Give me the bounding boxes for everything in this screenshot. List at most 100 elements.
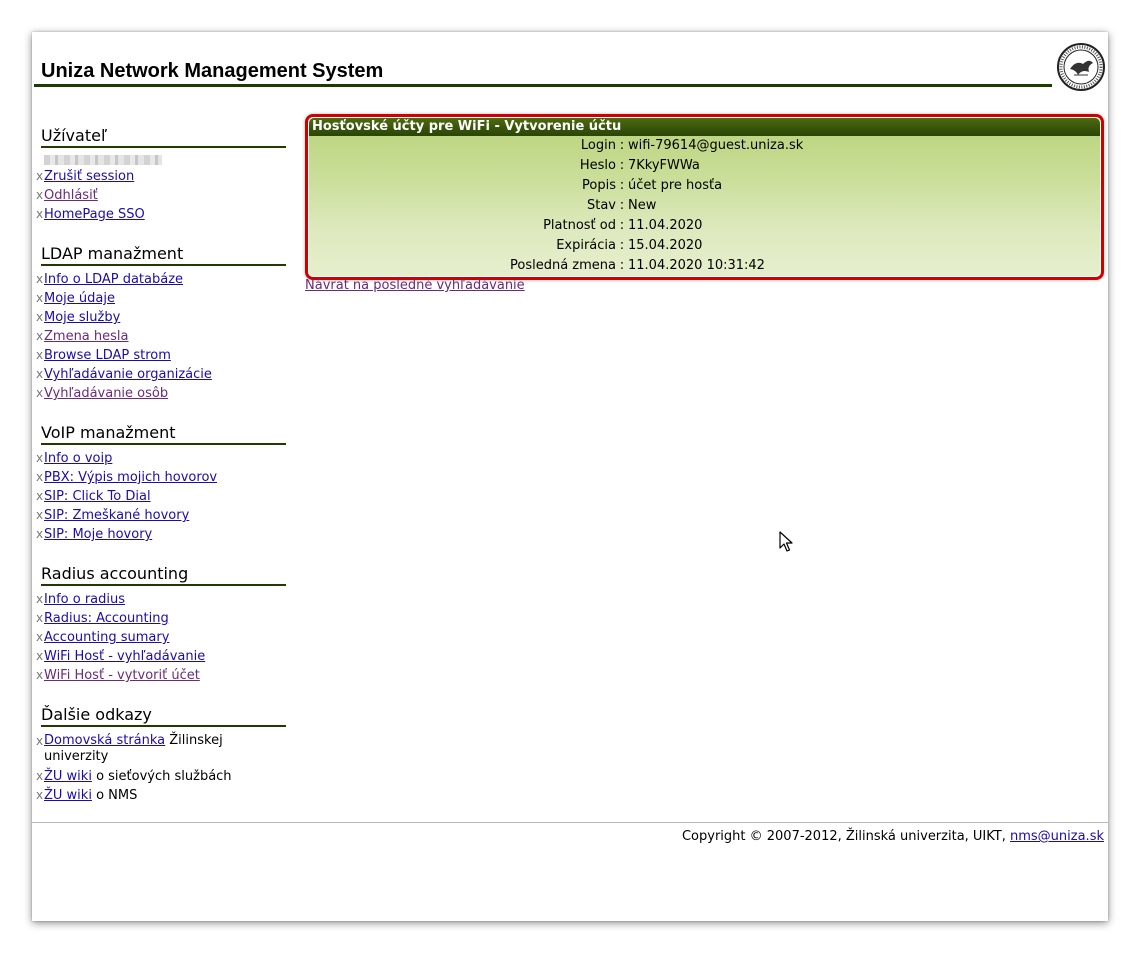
panel-title: Hosťovské účty pre WiFi - Vytvorenie účt…	[309, 118, 1100, 136]
list-item: x ŽU wiki o sieťových službách	[36, 767, 286, 786]
contact-email-link[interactable]: nms@uniza.sk	[1010, 829, 1104, 844]
detail-key: Platnosť od	[543, 218, 616, 233]
mouse-cursor-icon	[779, 531, 793, 552]
detail-row-expiration: Expirácia : 15.04.2020	[309, 236, 1100, 256]
ldap-section-heading: LDAP manažment	[41, 244, 286, 266]
pbx-calls-link[interactable]: PBX: Výpis mojich hovorov	[44, 470, 217, 485]
detail-value: účet pre hosťa	[628, 178, 723, 193]
list-item: x Info o LDAP databáze	[36, 270, 286, 289]
footer: Copyright © 2007-2012, Žilinská univerzi…	[682, 829, 1104, 844]
list-item: x Accounting sumary	[36, 628, 286, 647]
sip-click-to-dial-link[interactable]: SIP: Click To Dial	[44, 489, 151, 504]
detail-key: Heslo	[579, 158, 616, 173]
page-title: Uniza Network Management System	[41, 60, 384, 82]
list-item: x Zmena hesla	[36, 327, 286, 346]
bullet-icon: x	[36, 207, 44, 221]
bullet-icon: x	[36, 386, 44, 400]
list-item: x SIP: Click To Dial	[36, 487, 286, 506]
wiki-network-link[interactable]: ŽU wiki	[44, 769, 92, 784]
radius-section-heading: Radius accounting	[41, 564, 286, 586]
list-item: x Browse LDAP strom	[36, 346, 286, 365]
list-item: x WiFi Hosť - vytvoriť účet	[36, 666, 286, 685]
wifi-guest-create-link[interactable]: WiFi Hosť - vytvoriť účet	[44, 668, 200, 683]
bullet-icon: x	[36, 592, 44, 606]
bullet-icon: x	[36, 769, 44, 783]
wiki-nms-text: o NMS	[91, 788, 138, 803]
detail-row-status: Stav : New	[309, 196, 1100, 216]
university-seal-icon	[1057, 43, 1105, 91]
detail-separator: :	[619, 258, 625, 273]
wiki-nms-link[interactable]: ŽU wiki	[44, 788, 92, 803]
bullet-icon: x	[36, 470, 44, 484]
homepage-sso-link[interactable]: HomePage SSO	[44, 207, 145, 222]
list-item: x Moje údaje	[36, 289, 286, 308]
bullet-icon: x	[36, 734, 44, 748]
detail-separator: :	[619, 218, 625, 233]
list-item: x Odhlásiť	[36, 186, 286, 205]
detail-separator: :	[619, 138, 625, 153]
sip-my-calls-link[interactable]: SIP: Moje hovory	[44, 527, 152, 542]
wiki-network-text: o sieťových službách	[91, 769, 232, 784]
list-item: x SIP: Moje hovory	[36, 525, 286, 544]
bullet-icon: x	[36, 367, 44, 381]
detail-row-login: Login : wifi-79614@guest.uniza.sk	[309, 136, 1100, 156]
bullet-icon: x	[36, 272, 44, 286]
detail-row-valid-from: Platnosť od : 11.04.2020	[309, 216, 1100, 236]
detail-value: wifi-79614@guest.uniza.sk	[628, 138, 804, 153]
bullet-icon: x	[36, 489, 44, 503]
detail-value: 11.04.2020	[628, 218, 703, 233]
list-item: x Info o radius	[36, 590, 286, 609]
detail-separator: :	[619, 198, 625, 213]
list-item: x PBX: Výpis mojich hovorov	[36, 468, 286, 487]
bullet-icon: x	[36, 329, 44, 343]
radius-info-link[interactable]: Info o radius	[44, 592, 125, 607]
other-links-section: Ďalšie odkazy x Domovská stránka Žilinske…	[36, 705, 286, 805]
detail-key: Popis	[582, 178, 616, 193]
sip-missed-calls-link[interactable]: SIP: Zmeškané hovory	[44, 508, 189, 523]
detail-value: 11.04.2020 10:31:42	[628, 258, 765, 273]
wifi-guest-search-link[interactable]: WiFi Hosť - vyhľadávanie	[44, 649, 205, 664]
list-item: x WiFi Hosť - vyhľadávanie	[36, 647, 286, 666]
ldap-section: LDAP manažment x Info o LDAP databáze x Mo…	[36, 244, 286, 403]
detail-separator: :	[619, 158, 625, 173]
search-organization-link[interactable]: Vyhľadávanie organizácie	[44, 367, 212, 382]
copyright-text: Copyright © 2007-2012, Žilinská univerzi…	[681, 829, 1010, 844]
homepage-link[interactable]: Domovská stránka	[44, 733, 165, 748]
voip-info-link[interactable]: Info o voip	[44, 451, 112, 466]
detail-row-last-change: Posledná zmena : 11.04.2020 10:31:42	[309, 256, 1100, 276]
logout-link[interactable]: Odhlásiť	[44, 188, 98, 203]
voip-section: VoIP manažment x Info o voip x PBX: Výpis …	[36, 423, 286, 544]
search-persons-link[interactable]: Vyhľadávanie osôb	[44, 386, 168, 401]
bullet-icon: x	[36, 788, 44, 802]
my-data-link[interactable]: Moje údaje	[44, 291, 115, 306]
browse-ldap-link[interactable]: Browse LDAP strom	[44, 348, 171, 363]
guest-account-panel: Hosťovské účty pre WiFi - Vytvorenie účt…	[305, 114, 1104, 280]
list-item: x SIP: Zmeškané hovory	[36, 506, 286, 525]
list-item: x Vyhľadávanie organizácie	[36, 365, 286, 384]
list-item: x Radius: Accounting	[36, 609, 286, 628]
bullet-icon: x	[36, 169, 44, 183]
bullet-icon: x	[36, 310, 44, 324]
bullet-icon: x	[36, 611, 44, 625]
radius-section: Radius accounting x Info o radius x Radius…	[36, 564, 286, 685]
account-details: Login : wifi-79614@guest.uniza.sk Heslo …	[309, 136, 1100, 276]
header-divider	[34, 84, 1052, 87]
my-services-link[interactable]: Moje služby	[44, 310, 120, 325]
other-links-heading: Ďalšie odkazy	[41, 705, 286, 727]
cancel-session-link[interactable]: Zrušiť session	[44, 169, 134, 184]
list-item: x Vyhľadávanie osôb	[36, 384, 286, 403]
panel-body: Hosťovské účty pre WiFi - Vytvorenie účt…	[309, 118, 1100, 276]
bullet-icon: x	[36, 630, 44, 644]
voip-section-heading: VoIP manažment	[41, 423, 286, 445]
bullet-icon: x	[36, 508, 44, 522]
user-name-redacted	[44, 155, 162, 165]
accounting-summary-link[interactable]: Accounting sumary	[44, 630, 169, 645]
bullet-icon: x	[36, 451, 44, 465]
back-to-search-link[interactable]: Návrat na posledné vyhľadávanie	[305, 278, 525, 293]
change-password-link[interactable]: Zmena hesla	[44, 329, 129, 344]
ldap-info-link[interactable]: Info o LDAP databáze	[44, 272, 183, 287]
detail-key: Expirácia	[556, 238, 616, 253]
sidebar: Užívateľ x Zrušiť session x Odhlásiť x Home…	[32, 126, 288, 805]
bullet-icon: x	[36, 649, 44, 663]
radius-accounting-link[interactable]: Radius: Accounting	[44, 611, 169, 626]
